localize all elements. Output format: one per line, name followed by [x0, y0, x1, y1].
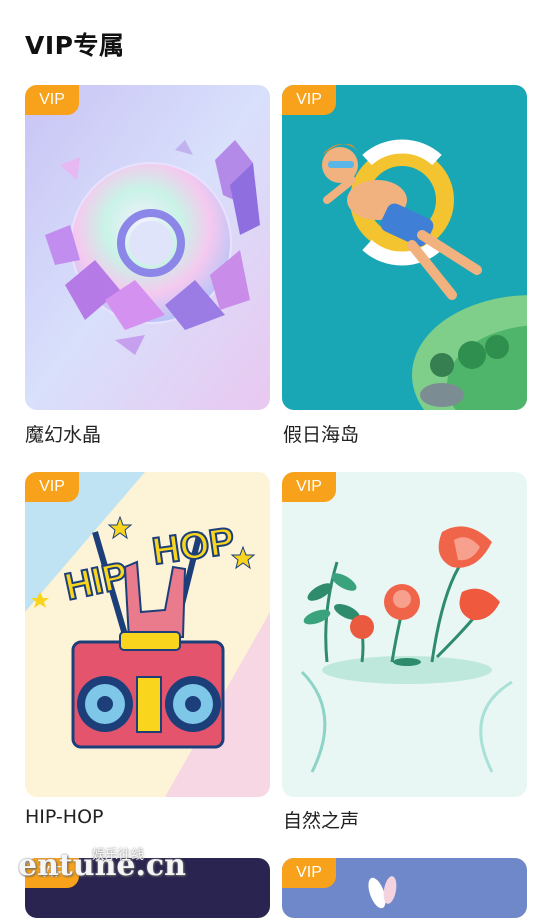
vip-badge: VIP: [25, 858, 79, 888]
crystal-disc-artwork: [25, 85, 270, 410]
theme-card-crystal[interactable]: VIP: [25, 85, 270, 410]
theme-card-partial[interactable]: VIP: [282, 858, 527, 918]
theme-card-hiphop[interactable]: HIP HOP VIP: [25, 472, 270, 797]
nature-flowers-artwork: [282, 472, 527, 797]
vip-badge: VIP: [282, 472, 336, 502]
vip-badge: VIP: [282, 858, 336, 888]
hiphop-boombox-artwork: HIP HOP: [25, 472, 270, 797]
island-float-artwork: [282, 85, 527, 410]
theme-name: 魔幻水晶: [25, 424, 102, 446]
theme-name: HIP-HOP: [25, 806, 104, 828]
theme-name: 假日海岛: [283, 424, 360, 446]
theme-card-partial[interactable]: VIP: [25, 858, 270, 918]
theme-card-nature[interactable]: VIP: [282, 472, 527, 797]
section-title: VIP专属: [25, 31, 125, 60]
theme-name: 自然之声: [283, 810, 360, 832]
vip-badge: VIP: [25, 85, 79, 115]
vip-badge: VIP: [25, 472, 79, 502]
theme-card-island[interactable]: VIP: [282, 85, 527, 410]
vip-badge: VIP: [282, 85, 336, 115]
